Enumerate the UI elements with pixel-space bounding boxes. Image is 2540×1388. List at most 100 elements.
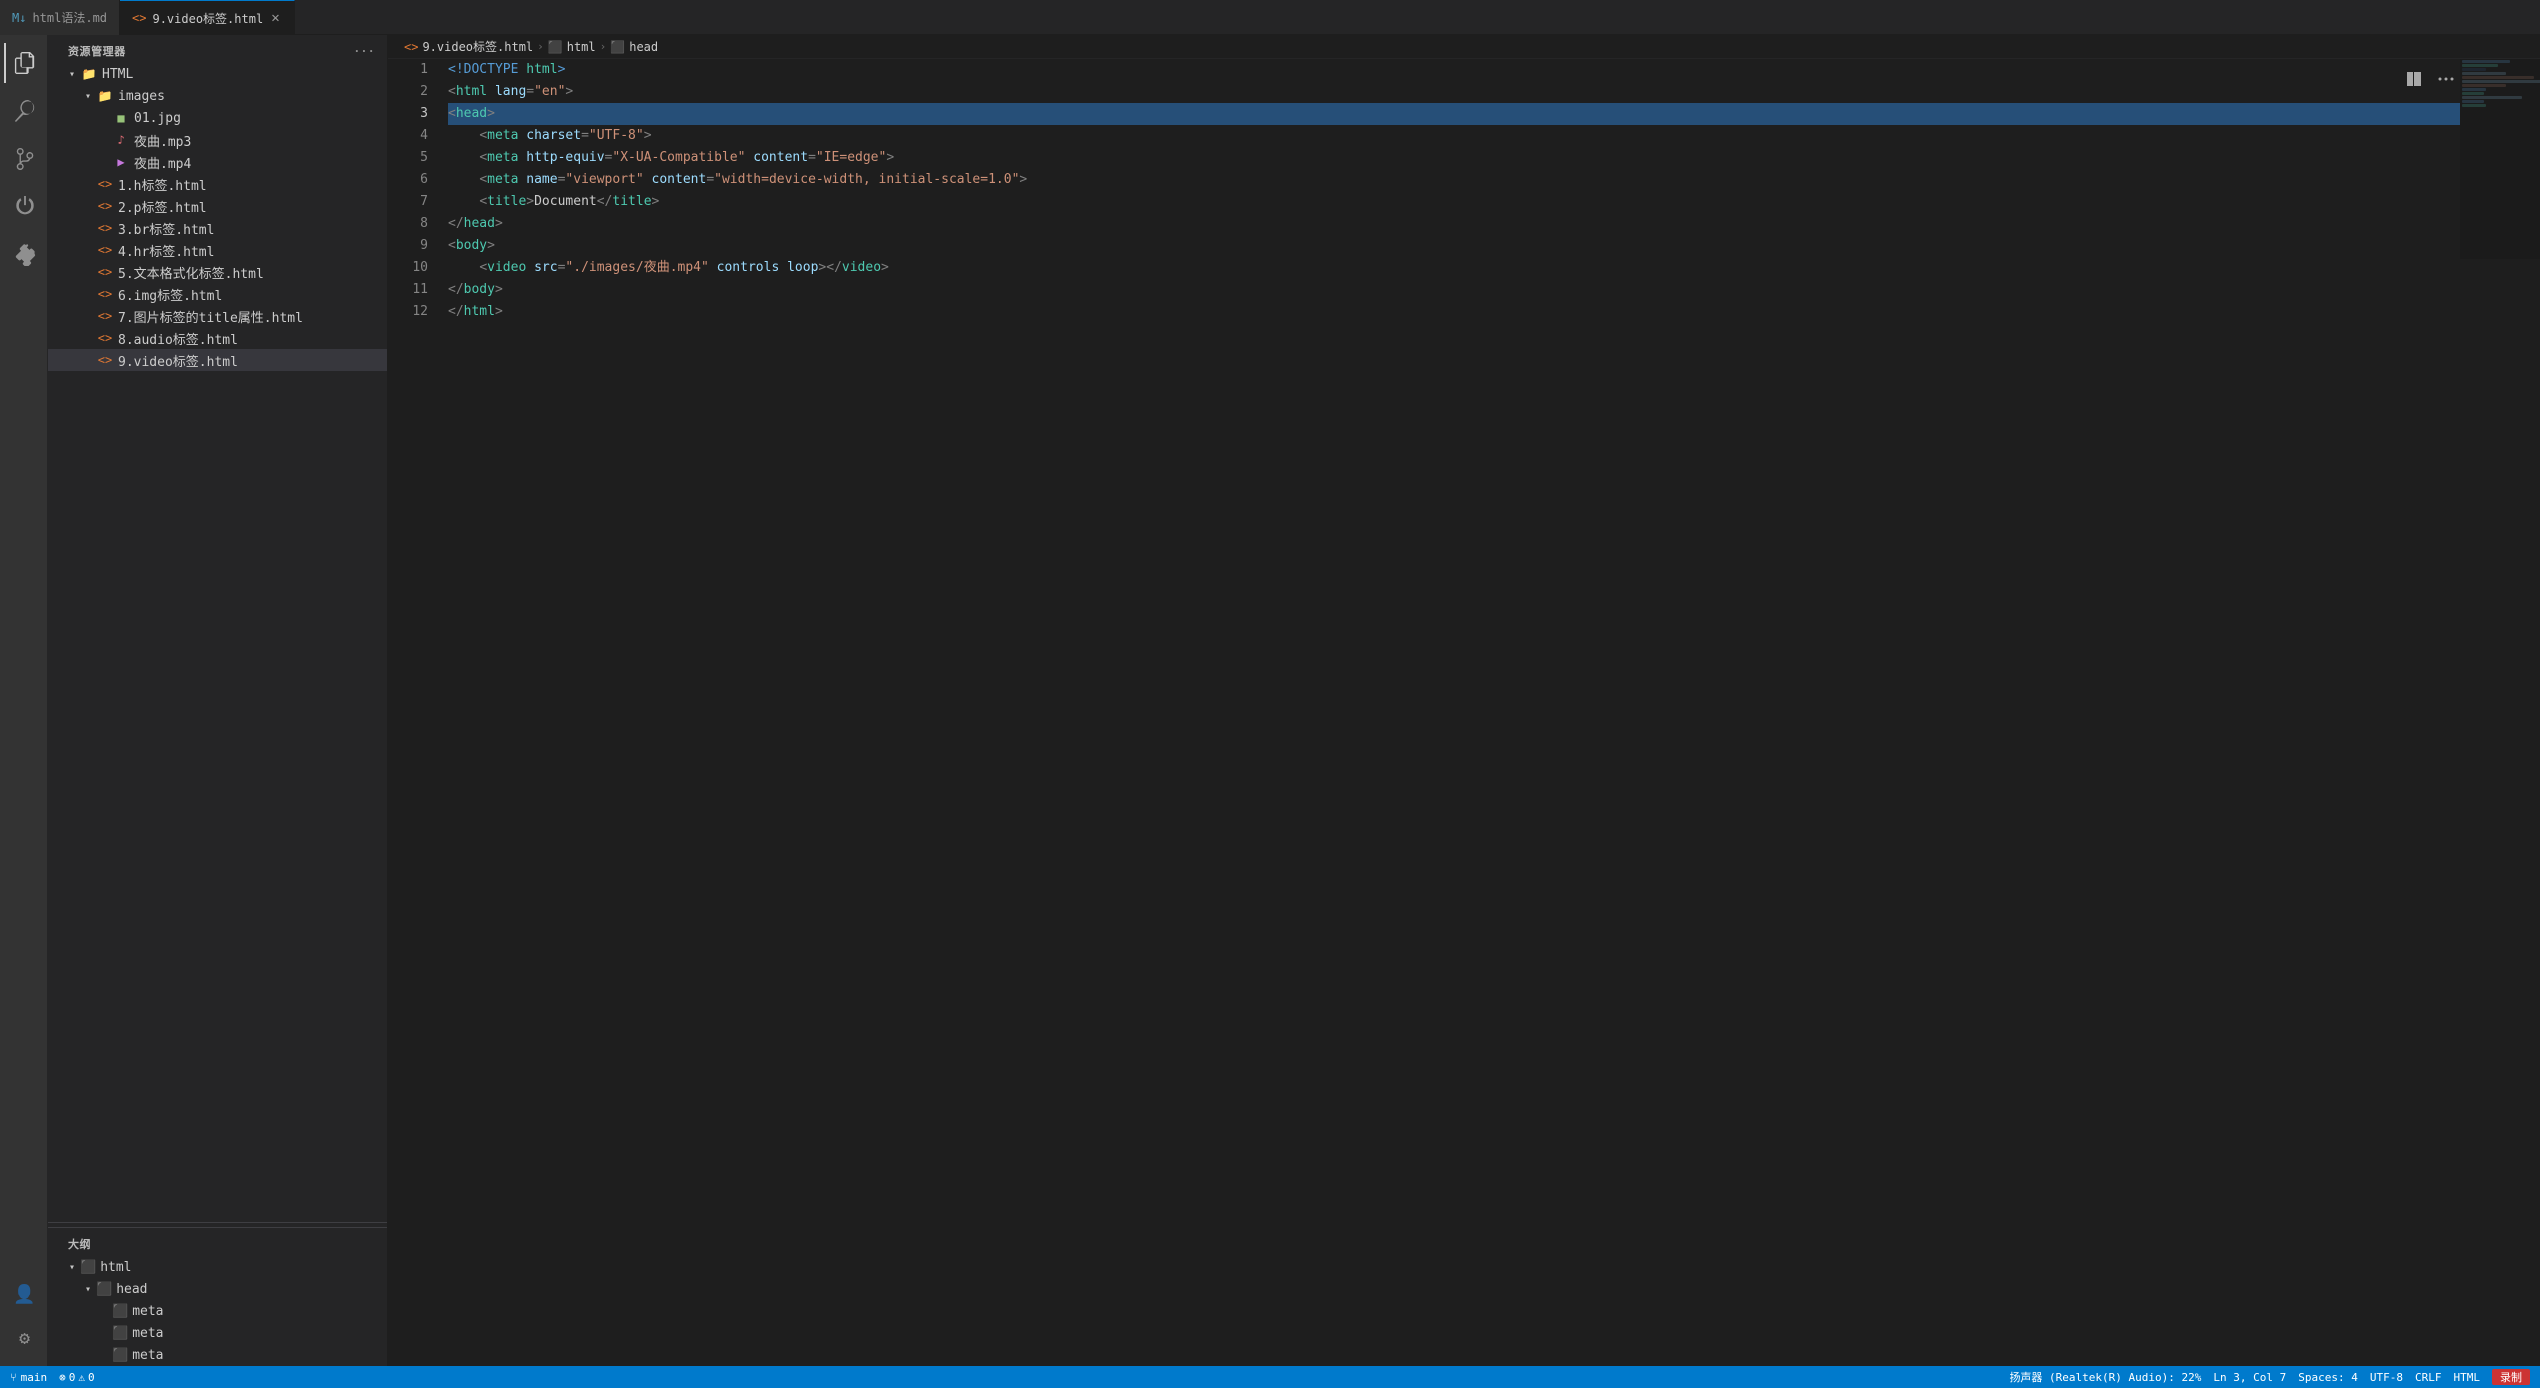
- file-html-icon: <>: [96, 309, 114, 323]
- file-html-icon: <>: [96, 243, 114, 257]
- outline-item-html[interactable]: ▾ ⬛ html: [48, 1256, 387, 1278]
- line-num-5: 5: [388, 147, 428, 169]
- outline-item-meta3[interactable]: ⬛ meta: [48, 1344, 387, 1366]
- split-editor-button[interactable]: [2400, 65, 2428, 93]
- activity-extensions[interactable]: [4, 235, 44, 275]
- breadcrumb-filename[interactable]: 9.video标签.html: [422, 38, 533, 55]
- line-num-2: 2: [388, 81, 428, 103]
- code-tag2: video: [842, 257, 881, 279]
- file-tree: ▾ 📁 HTML ▾ 📁 images ■ 01.jpg ♪ 夜曲.mp3: [48, 63, 387, 1218]
- activity-search[interactable]: [4, 91, 44, 131]
- status-record[interactable]: 录制: [2492, 1369, 2530, 1385]
- status-line-ending[interactable]: CRLF: [2415, 1371, 2442, 1384]
- code-attr2: content: [644, 169, 707, 191]
- status-errors[interactable]: ⊗ 0 ⚠ 0: [59, 1371, 95, 1384]
- line-num-9: 9: [388, 235, 428, 257]
- file-1h[interactable]: <> 1.h标签.html: [48, 173, 387, 195]
- file-7title-label: 7.图片标签的title属性.html: [118, 307, 303, 326]
- more-actions-button[interactable]: [2432, 65, 2460, 93]
- status-git[interactable]: ⑂ main: [10, 1371, 47, 1384]
- code-lt7: </: [597, 191, 613, 213]
- folder-images[interactable]: ▾ 📁 images: [48, 85, 387, 107]
- code-editor[interactable]: <!DOCTYPE html> <html lang="en"> <head> …: [438, 59, 2460, 1366]
- code-line-6: <meta name="viewport" content="width=dev…: [448, 169, 2460, 191]
- file-5text[interactable]: <> 5.文本格式化标签.html: [48, 261, 387, 283]
- breadcrumb-html[interactable]: html: [567, 40, 596, 54]
- code-punct: <: [479, 169, 487, 191]
- code-punct: <: [479, 191, 487, 213]
- code-attr2: controls: [709, 257, 779, 279]
- file-9video[interactable]: <> 9.video标签.html: [48, 349, 387, 371]
- folder-html-label: HTML: [102, 67, 133, 82]
- activity-debug[interactable]: [4, 187, 44, 227]
- code-line-8: </head>: [448, 213, 2460, 235]
- file-01jpg[interactable]: ■ 01.jpg: [48, 107, 387, 129]
- activity-account[interactable]: 👤: [4, 1274, 44, 1314]
- code-gt4: >: [644, 125, 652, 147]
- code-line-4: <meta charset="UTF-8">: [448, 125, 2460, 147]
- code-punct: <: [479, 257, 487, 279]
- file-8audio[interactable]: <> 8.audio标签.html: [48, 327, 387, 349]
- editor-content: 1 2 3 4 5 6 7 8 9 10 11 12 <!DOCTYPE htm…: [388, 59, 2540, 1366]
- file-mp4[interactable]: ▶ 夜曲.mp4: [48, 151, 387, 173]
- outline-box-icon: ⬛: [112, 1304, 128, 1319]
- outline-item-meta2[interactable]: ⬛ meta: [48, 1322, 387, 1344]
- outline-item-meta1[interactable]: ⬛ meta: [48, 1300, 387, 1322]
- code-line-1: <!DOCTYPE html>: [448, 59, 2460, 81]
- code-eq: =: [526, 81, 534, 103]
- file-mp3[interactable]: ♪ 夜曲.mp3: [48, 129, 387, 151]
- file-3br[interactable]: <> 3.br标签.html: [48, 217, 387, 239]
- main-layout: 👤 ⚙ 资源管理器 ··· ▾ 📁 HTML ▾ 📁 images: [0, 35, 2540, 1366]
- status-spaces[interactable]: Spaces: 4: [2298, 1371, 2358, 1384]
- line-num-8: 8: [388, 213, 428, 235]
- file-6img[interactable]: <> 6.img标签.html: [48, 283, 387, 305]
- outline-html-label: html: [100, 1260, 131, 1275]
- tab-html-syntax-label: html语法.md: [32, 9, 107, 26]
- file-4hr[interactable]: <> 4.hr标签.html: [48, 239, 387, 261]
- activity-settings[interactable]: ⚙: [4, 1318, 44, 1358]
- breadcrumb-head[interactable]: head: [629, 40, 658, 54]
- status-encoding[interactable]: UTF-8: [2370, 1371, 2403, 1384]
- file-01jpg-label: 01.jpg: [134, 111, 181, 126]
- git-branch-label: main: [21, 1371, 48, 1384]
- line-num-3: 3: [388, 103, 428, 125]
- code-tag: body: [456, 235, 487, 257]
- minimap-canvas: [2460, 59, 2540, 259]
- sidebar-more-icon[interactable]: ···: [353, 45, 375, 58]
- warning-icon: ⚠: [78, 1371, 85, 1384]
- activity-git[interactable]: [4, 139, 44, 179]
- activity-bar-bottom: 👤 ⚙: [4, 1274, 44, 1366]
- status-ln-col[interactable]: Ln 3, Col 7: [2213, 1371, 2286, 1384]
- status-audio[interactable]: 扬声器 (Realtek(R) Audio): 22%: [2009, 1369, 2201, 1385]
- file-2p[interactable]: <> 2.p标签.html: [48, 195, 387, 217]
- code-eq: =: [558, 257, 566, 279]
- code-gt: >: [558, 59, 566, 81]
- minimap: [2460, 59, 2540, 1366]
- sidebar-title: 资源管理器: [68, 43, 126, 59]
- line-num-6: 6: [388, 169, 428, 191]
- tab-close-button[interactable]: ✕: [269, 10, 281, 26]
- chevron-down-icon: ▾: [64, 1262, 80, 1273]
- code-str: "./images/夜曲.mp4": [565, 257, 708, 279]
- status-right: 扬声器 (Realtek(R) Audio): 22% Ln 3, Col 7 …: [2009, 1369, 2530, 1385]
- folder-html[interactable]: ▾ 📁 HTML: [48, 63, 387, 85]
- file-1h-label: 1.h标签.html: [118, 175, 207, 194]
- activity-explorer[interactable]: [4, 43, 44, 83]
- code-eq2: =: [808, 147, 816, 169]
- code-line-11: </body>: [448, 279, 2460, 301]
- code-tag: head: [464, 213, 495, 235]
- outline-item-head[interactable]: ▾ ⬛ head: [48, 1278, 387, 1300]
- code-line-7: <title>Document</title>: [448, 191, 2460, 213]
- tab-video-tag[interactable]: <> 9.video标签.html ✕: [120, 0, 295, 35]
- minimap-line: [2462, 76, 2534, 79]
- warning-count: 0: [88, 1371, 95, 1384]
- outline-box-icon: ⬛: [112, 1348, 128, 1363]
- code-gt7b: >: [652, 191, 660, 213]
- status-language[interactable]: HTML: [2454, 1371, 2481, 1384]
- file-7title[interactable]: <> 7.图片标签的title属性.html: [48, 305, 387, 327]
- line-num-12: 12: [388, 301, 428, 323]
- outline-box-icon: ⬛: [96, 1282, 112, 1297]
- minimap-line: [2462, 64, 2498, 67]
- tab-html-syntax[interactable]: M↓ html语法.md: [0, 0, 120, 35]
- file-html-icon: <>: [96, 287, 114, 301]
